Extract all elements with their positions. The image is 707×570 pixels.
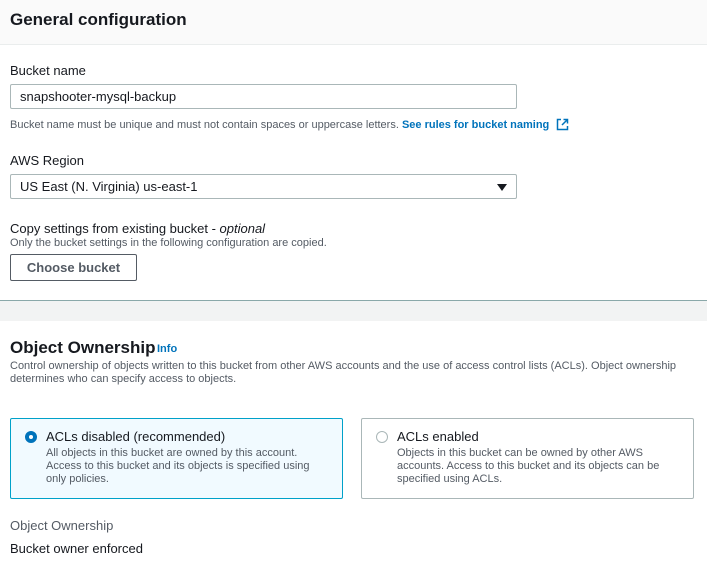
acls-disabled-description: All objects in this bucket are owned by …	[46, 447, 310, 485]
bucket-name-input[interactable]: snapshooter-mysql-backup	[10, 84, 517, 109]
radio-unselected-icon[interactable]	[376, 431, 388, 443]
caret-down-icon	[497, 184, 507, 191]
radio-selected-icon[interactable]	[25, 431, 37, 443]
aws-region-select[interactable]: US East (N. Virginia) us-east-1	[10, 174, 517, 199]
copy-settings-label-text: Copy settings from existing bucket -	[10, 221, 220, 236]
acls-disabled-option[interactable]: ACLs disabled (recommended) All objects …	[10, 418, 343, 499]
object-ownership-summary-value: Bucket owner enforced	[10, 541, 143, 556]
copy-settings-help: Only the bucket settings in the followin…	[10, 237, 327, 249]
object-ownership-description: Control ownership of objects written to …	[10, 360, 677, 385]
aws-region-label: AWS Region	[10, 153, 84, 168]
acls-enabled-option[interactable]: ACLs enabled Objects in this bucket can …	[361, 418, 694, 499]
external-link-icon	[557, 118, 569, 131]
section-title-object-ownership: Object Ownership	[10, 338, 156, 357]
bucket-name-help-text: Bucket name must be unique and must not …	[10, 119, 399, 131]
general-configuration-header: General configuration	[0, 0, 707, 45]
acls-disabled-title: ACLs disabled (recommended)	[46, 429, 226, 444]
optional-tag: optional	[219, 221, 266, 236]
bucket-name-help: Bucket name must be unique and must not …	[10, 118, 569, 131]
copy-settings-label: Copy settings from existing bucket - opt…	[10, 221, 265, 236]
acls-enabled-title: ACLs enabled	[397, 429, 479, 444]
choose-bucket-button[interactable]: Choose bucket	[10, 254, 137, 281]
bucket-naming-rules-link-text: See rules for bucket naming	[401, 119, 550, 131]
object-ownership-summary-key: Object Ownership	[10, 518, 114, 533]
aws-region-selected-value: US East (N. Virginia) us-east-1	[20, 179, 198, 194]
bucket-name-label: Bucket name	[10, 63, 86, 78]
bucket-naming-rules-link[interactable]: See rules for bucket naming	[401, 118, 569, 131]
object-ownership-info-link[interactable]: Info	[157, 343, 177, 355]
acls-enabled-description: Objects in this bucket can be owned by o…	[397, 447, 660, 485]
section-title-general-configuration: General configuration	[10, 10, 187, 29]
section-divider	[0, 300, 707, 321]
